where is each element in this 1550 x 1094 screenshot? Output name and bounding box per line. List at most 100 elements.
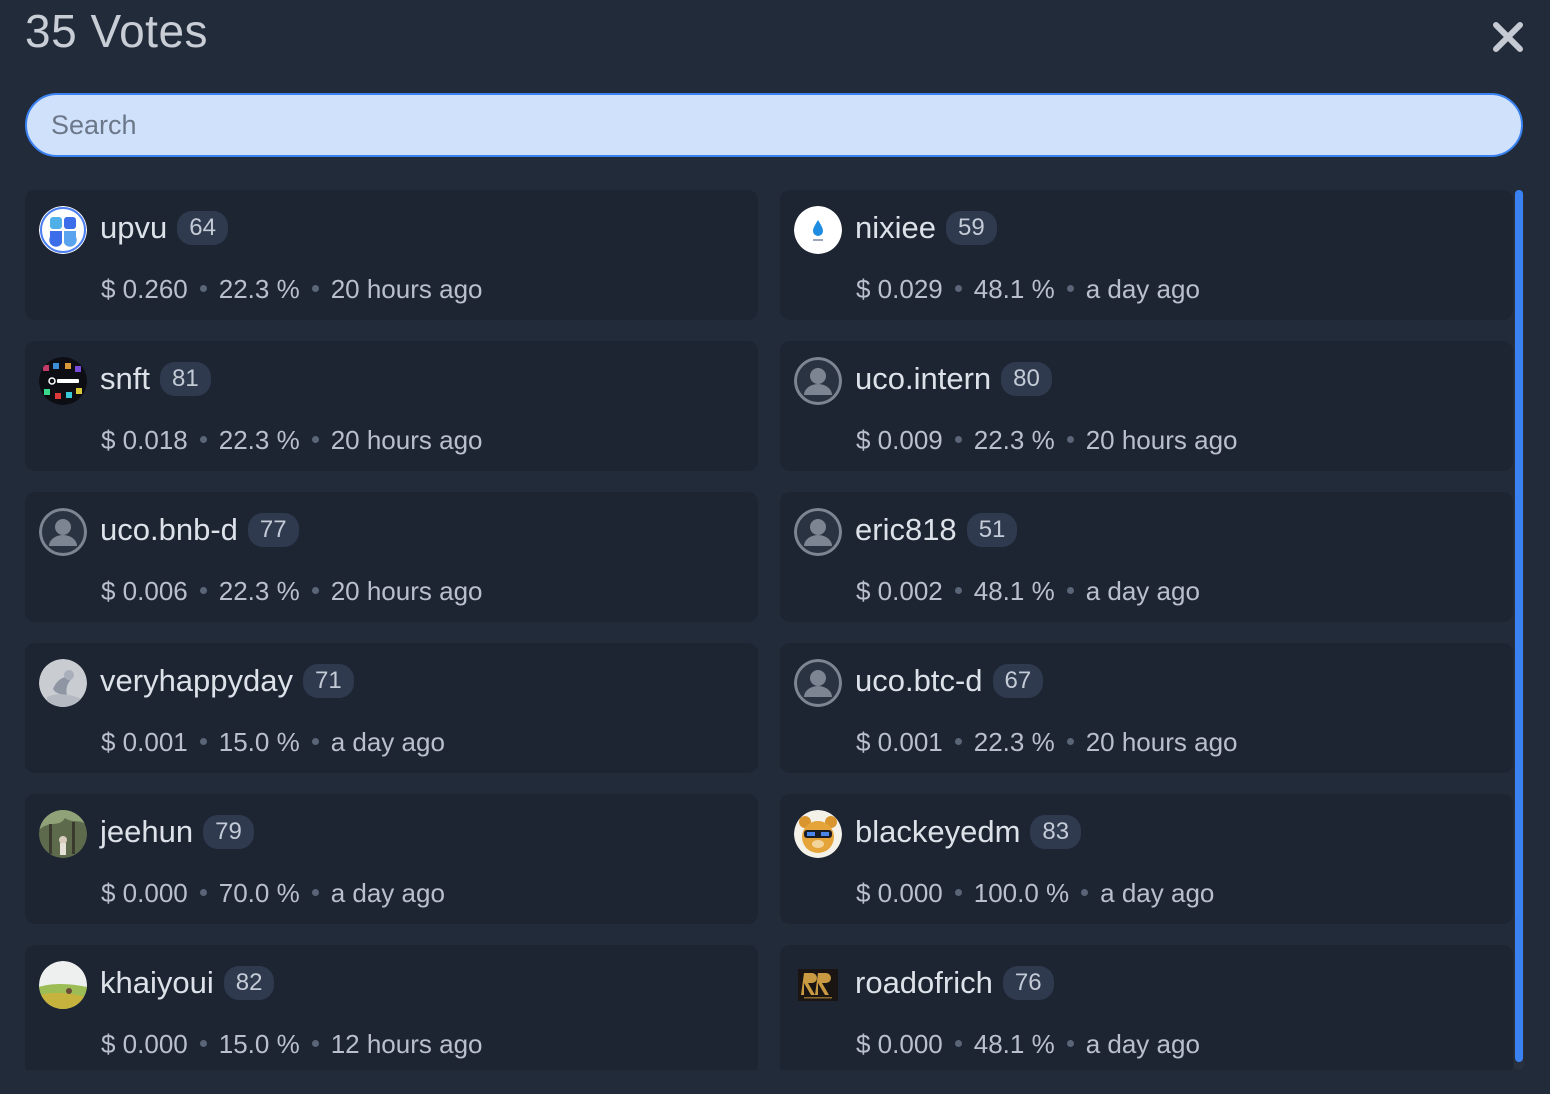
close-button[interactable] [1490,19,1526,55]
votes-list: upvu 64 $ 0.260 22.3 % 20 hours ago nixiee 5… [25,190,1513,1070]
voter-name[interactable]: uco.intern 80 [855,361,1052,397]
vote-percent: 22.3 % [218,576,300,606]
vote-value: $ 0.029 [856,274,943,304]
separator-dot-icon [1066,1040,1074,1047]
vote-value: $ 0.000 [101,1029,188,1059]
scrollbar[interactable] [1514,190,1524,1070]
vote-percent: 15.0 % [218,1029,300,1059]
reputation-badge: 77 [247,513,299,547]
default-user-icon[interactable] [794,357,842,405]
voter-name[interactable]: eric818 51 [855,512,1018,548]
voter-name[interactable]: nixiee 59 [855,210,997,246]
separator-dot-icon [1066,285,1074,292]
voter-name[interactable]: jeehun 79 [100,814,254,850]
vote-meta: $ 0.000 48.1 % a day ago [856,1029,1200,1060]
modal-title: 35 Votes [25,5,209,57]
voter-name[interactable]: snft 81 [100,361,211,397]
vote-item[interactable]: blackeyedm 83 $ 0.000 100.0 % a day ago [780,794,1513,924]
water-drop-icon[interactable] [794,206,842,254]
separator-dot-icon [1066,436,1074,443]
vote-item[interactable]: eric818 51 $ 0.002 48.1 % a day ago [780,492,1513,622]
voter-name[interactable]: upvu 64 [100,210,228,246]
votes-modal: 35 Votes upvu 64 [0,0,1550,1094]
separator-dot-icon [1066,587,1074,594]
vote-item[interactable]: snft 81 $ 0.018 22.3 % 20 hours ago [25,341,758,471]
voter-name-text[interactable]: uco.intern [855,361,991,396]
vote-meta: $ 0.001 22.3 % 20 hours ago [856,727,1238,758]
forest-photo-icon[interactable] [39,810,87,858]
search-input[interactable] [25,93,1523,157]
voter-name[interactable]: khaiyoui 82 [100,965,275,1001]
vote-percent: 100.0 % [973,878,1070,908]
voter-name-text[interactable]: jeehun [100,814,193,849]
separator-dot-icon [199,1040,207,1047]
voter-name-text[interactable]: nixiee [855,210,936,245]
separator-dot-icon [954,436,962,443]
separator-dot-icon [311,587,319,594]
vote-item[interactable]: uco.bnb-d 77 $ 0.006 22.3 % 20 hours ago [25,492,758,622]
search-box [25,93,1523,157]
voter-name[interactable]: blackeyedm 83 [855,814,1082,850]
vote-item[interactable]: roadofrich 76 $ 0.000 48.1 % a day ago [780,945,1513,1070]
vote-item[interactable]: jeehun 79 $ 0.000 70.0 % a day ago [25,794,758,924]
voter-name-text[interactable]: upvu [100,210,167,245]
vote-time: 20 hours ago [1085,425,1238,455]
scrollbar-thumb[interactable] [1515,190,1523,1062]
separator-dot-icon [311,738,319,745]
vote-percent: 48.1 % [973,274,1055,304]
vote-value: $ 0.002 [856,576,943,606]
vote-item[interactable]: khaiyoui 82 $ 0.000 15.0 % 12 hours ago [25,945,758,1070]
reputation-badge: 71 [303,664,354,698]
voter-name-text[interactable]: snft [100,361,150,396]
vote-value: $ 0.018 [101,425,188,455]
vote-item[interactable]: uco.intern 80 $ 0.009 22.3 % 20 hours ago [780,341,1513,471]
vote-percent: 22.3 % [218,274,300,304]
vote-meta: $ 0.009 22.3 % 20 hours ago [856,425,1238,456]
upvu-logo-icon[interactable] [39,206,87,254]
vote-time: 20 hours ago [1085,727,1238,757]
voter-name[interactable]: uco.bnb-d 77 [100,512,299,548]
close-icon [1493,22,1523,52]
voter-name-text[interactable]: uco.bnb-d [100,512,238,547]
voter-name-text[interactable]: veryhappyday [100,663,293,698]
separator-dot-icon [1066,738,1074,745]
sketch-photo-icon[interactable] [39,659,87,707]
vote-meta: $ 0.002 48.1 % a day ago [856,576,1200,607]
vote-value: $ 0.260 [101,274,188,304]
vote-value: $ 0.001 [856,727,943,757]
snft-logo-icon[interactable] [39,357,87,405]
reputation-badge: 59 [946,211,997,245]
vote-item[interactable]: veryhappyday 71 $ 0.001 15.0 % a day ago [25,643,758,773]
default-user-icon[interactable] [39,508,87,556]
voter-name-text[interactable]: roadofrich [855,965,993,1000]
default-user-icon[interactable] [794,659,842,707]
separator-dot-icon [199,436,207,443]
rr-logo-icon[interactable] [794,961,842,1009]
vote-item[interactable]: uco.btc-d 67 $ 0.001 22.3 % 20 hours ago [780,643,1513,773]
voter-name[interactable]: roadofrich 76 [855,965,1054,1001]
voter-name-text[interactable]: khaiyoui [100,965,214,1000]
vote-meta: $ 0.000 70.0 % a day ago [101,878,445,909]
default-user-icon[interactable] [794,508,842,556]
voter-name-text[interactable]: uco.btc-d [855,663,983,698]
vote-item[interactable]: upvu 64 $ 0.260 22.3 % 20 hours ago [25,190,758,320]
reputation-badge: 82 [223,966,275,1000]
voter-name-text[interactable]: eric818 [855,512,957,547]
vote-percent: 22.3 % [973,425,1055,455]
field-photo-icon[interactable] [39,961,87,1009]
vote-meta: $ 0.029 48.1 % a day ago [856,274,1200,305]
voter-name[interactable]: uco.btc-d 67 [855,663,1044,699]
separator-dot-icon [199,587,207,594]
vote-meta: $ 0.260 22.3 % 20 hours ago [101,274,483,305]
separator-dot-icon [954,285,962,292]
cartoon-bear-icon[interactable] [794,810,842,858]
reputation-badge: 83 [1030,815,1082,849]
vote-meta: $ 0.006 22.3 % 20 hours ago [101,576,483,607]
separator-dot-icon [311,889,319,896]
vote-meta: $ 0.000 15.0 % 12 hours ago [101,1029,483,1060]
voter-name[interactable]: veryhappyday 71 [100,663,354,699]
vote-time: 12 hours ago [330,1029,483,1059]
voter-name-text[interactable]: blackeyedm [855,814,1020,849]
vote-item[interactable]: nixiee 59 $ 0.029 48.1 % a day ago [780,190,1513,320]
reputation-badge: 80 [1001,362,1052,396]
